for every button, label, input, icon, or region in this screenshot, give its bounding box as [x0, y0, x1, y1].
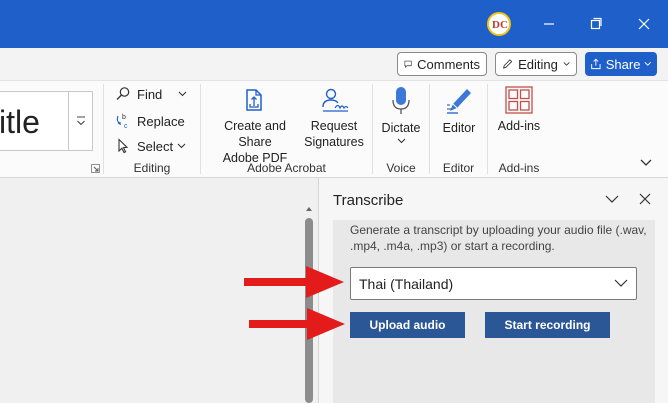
editor-group-label: Editor [442, 161, 475, 175]
style-gallery-more-button[interactable] [68, 91, 93, 151]
upload-audio-button[interactable]: Upload audio [350, 312, 465, 338]
minimize-icon [544, 23, 554, 25]
gallery-expand-icon [77, 116, 85, 126]
user-avatar[interactable]: DC [487, 12, 511, 36]
find-button[interactable]: Find [115, 86, 193, 102]
comment-icon [404, 60, 412, 68]
add-ins-label: Add-ins [497, 119, 541, 133]
annotation-arrow-icon [249, 308, 345, 340]
editing-group-label: Editing [133, 161, 171, 175]
select-label: Select [137, 138, 174, 154]
editing-mode-dropdown[interactable]: Editing [495, 52, 577, 76]
transcribe-body: Generate a transcript by uploading your … [333, 220, 655, 403]
close-icon [638, 18, 650, 30]
editing-label: Editing [518, 56, 558, 72]
dictate-button[interactable]: Dictate [376, 86, 426, 148]
replace-label: Replace [137, 113, 185, 129]
editor-label: Editor [442, 121, 476, 135]
cursor-arrow-icon [118, 138, 129, 154]
chevron-down-icon [397, 138, 405, 144]
restore-icon [590, 17, 602, 30]
transcribe-description: Generate a transcript by uploading your … [350, 223, 647, 253]
replace-icon: b c [116, 114, 128, 130]
signature-icon [322, 88, 349, 112]
close-pane-icon[interactable] [639, 193, 651, 205]
svg-text:b: b [122, 114, 126, 121]
editor-button[interactable]: Editor [434, 86, 484, 136]
add-ins-group-label: Add-ins [498, 161, 540, 175]
request-signatures-label-line1: Request [310, 119, 358, 133]
select-button[interactable]: Select [115, 138, 192, 154]
collapse-ribbon-icon[interactable] [640, 158, 652, 168]
chevron-down-icon [177, 143, 186, 149]
transcribe-pane: Transcribe Generate a transcript by uplo… [318, 178, 668, 403]
command-row: Comments Editing Share [0, 48, 668, 80]
chevron-down-icon [614, 279, 628, 287]
restore-button[interactable] [584, 12, 608, 36]
replace-button[interactable]: b c Replace [115, 112, 185, 130]
create-share-label-line1: Create and Share [224, 119, 286, 149]
add-ins-grid-icon [505, 86, 533, 114]
pdf-share-icon [246, 89, 262, 111]
voice-group-label: Voice [386, 161, 416, 175]
request-signatures-label-line2: Signatures [304, 135, 364, 149]
microphone-icon [392, 87, 410, 114]
annotation-arrow-icon [244, 266, 344, 298]
svg-text:c: c [124, 123, 128, 130]
search-icon [116, 87, 130, 100]
share-label: Share [605, 56, 641, 72]
add-ins-button[interactable]: Add-ins [492, 86, 546, 134]
share-button[interactable]: Share [585, 52, 657, 76]
comments-label: Comments [417, 56, 480, 72]
adobe-acrobat-group-label: Adobe Acrobat [247, 161, 326, 175]
title-bar: DC [0, 0, 668, 48]
chevron-down-icon [644, 61, 652, 66]
svg-text:DC: DC [492, 19, 508, 31]
scroll-up-icon[interactable] [304, 204, 314, 214]
chevron-down-icon [178, 91, 187, 97]
start-recording-button[interactable]: Start recording [485, 312, 610, 338]
style-gallery-title[interactable]: itle [0, 91, 68, 151]
pane-title: Transcribe [333, 192, 404, 209]
request-signatures-button[interactable]: Request Signatures [302, 86, 366, 150]
minimize-button[interactable] [537, 12, 561, 36]
find-label: Find [137, 86, 163, 102]
pencil-icon [502, 59, 513, 69]
editor-pen-icon [447, 89, 471, 114]
create-share-pdf-button[interactable]: Create and Share Adobe PDF [206, 86, 304, 166]
chevron-down-icon [563, 62, 570, 66]
share-icon [591, 58, 601, 70]
pane-options-chevron-icon[interactable] [605, 194, 619, 204]
dictate-label: Dictate [381, 121, 421, 135]
comments-button[interactable]: Comments [397, 52, 487, 76]
language-select[interactable]: Thai (Thailand) [350, 267, 637, 300]
close-window-button[interactable] [632, 12, 656, 36]
language-select-value: Thai (Thailand) [359, 276, 454, 292]
dialog-launcher-icon[interactable] [91, 164, 100, 173]
avatar-logo-icon: DC [490, 15, 508, 33]
